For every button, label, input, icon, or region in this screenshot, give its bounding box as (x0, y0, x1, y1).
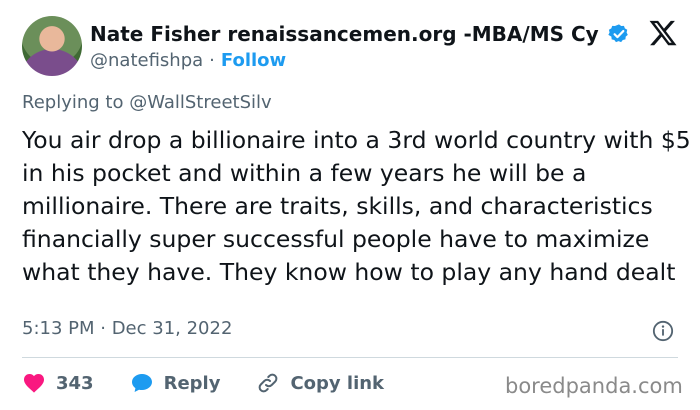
author-handle[interactable]: @natefishpa (90, 50, 203, 71)
copy-link-button[interactable]: Copy link (256, 371, 384, 395)
link-icon (259, 373, 278, 393)
heart-icon (24, 374, 44, 393)
replying-to-label: Replying to @WallStreetSilv (22, 92, 272, 113)
tweet-text: You air drop a billionaire into a 3rd wo… (22, 126, 691, 286)
author-name[interactable]: Nate Fisher renaissancemen.org -MBA/MS C… (90, 22, 600, 46)
watermark: boredpanda.com (505, 374, 683, 398)
copy-link-label: Copy link (290, 372, 385, 394)
handle-separator: · (209, 49, 215, 71)
tweet-timestamp[interactable]: 5:13 PM · Dec 31, 2022 (22, 318, 232, 339)
author-handle-row: @natefishpa · Follow (90, 48, 286, 72)
verified-badge-icon (608, 24, 628, 43)
reply-button[interactable]: Reply (130, 371, 221, 395)
info-icon[interactable] (652, 320, 674, 342)
reply-bubble-icon (131, 374, 152, 392)
divider (22, 357, 678, 358)
action-bar: 343 Reply Copy link (22, 370, 420, 396)
follow-button[interactable]: Follow (221, 50, 286, 71)
author-name-row: Nate Fisher renaissancemen.org -MBA/MS C… (90, 20, 630, 48)
reply-label: Reply (163, 372, 221, 394)
author-avatar[interactable] (22, 16, 82, 76)
likes-count: 343 (56, 372, 94, 394)
like-button[interactable]: 343 (22, 371, 94, 395)
x-logo-icon[interactable] (648, 18, 678, 48)
